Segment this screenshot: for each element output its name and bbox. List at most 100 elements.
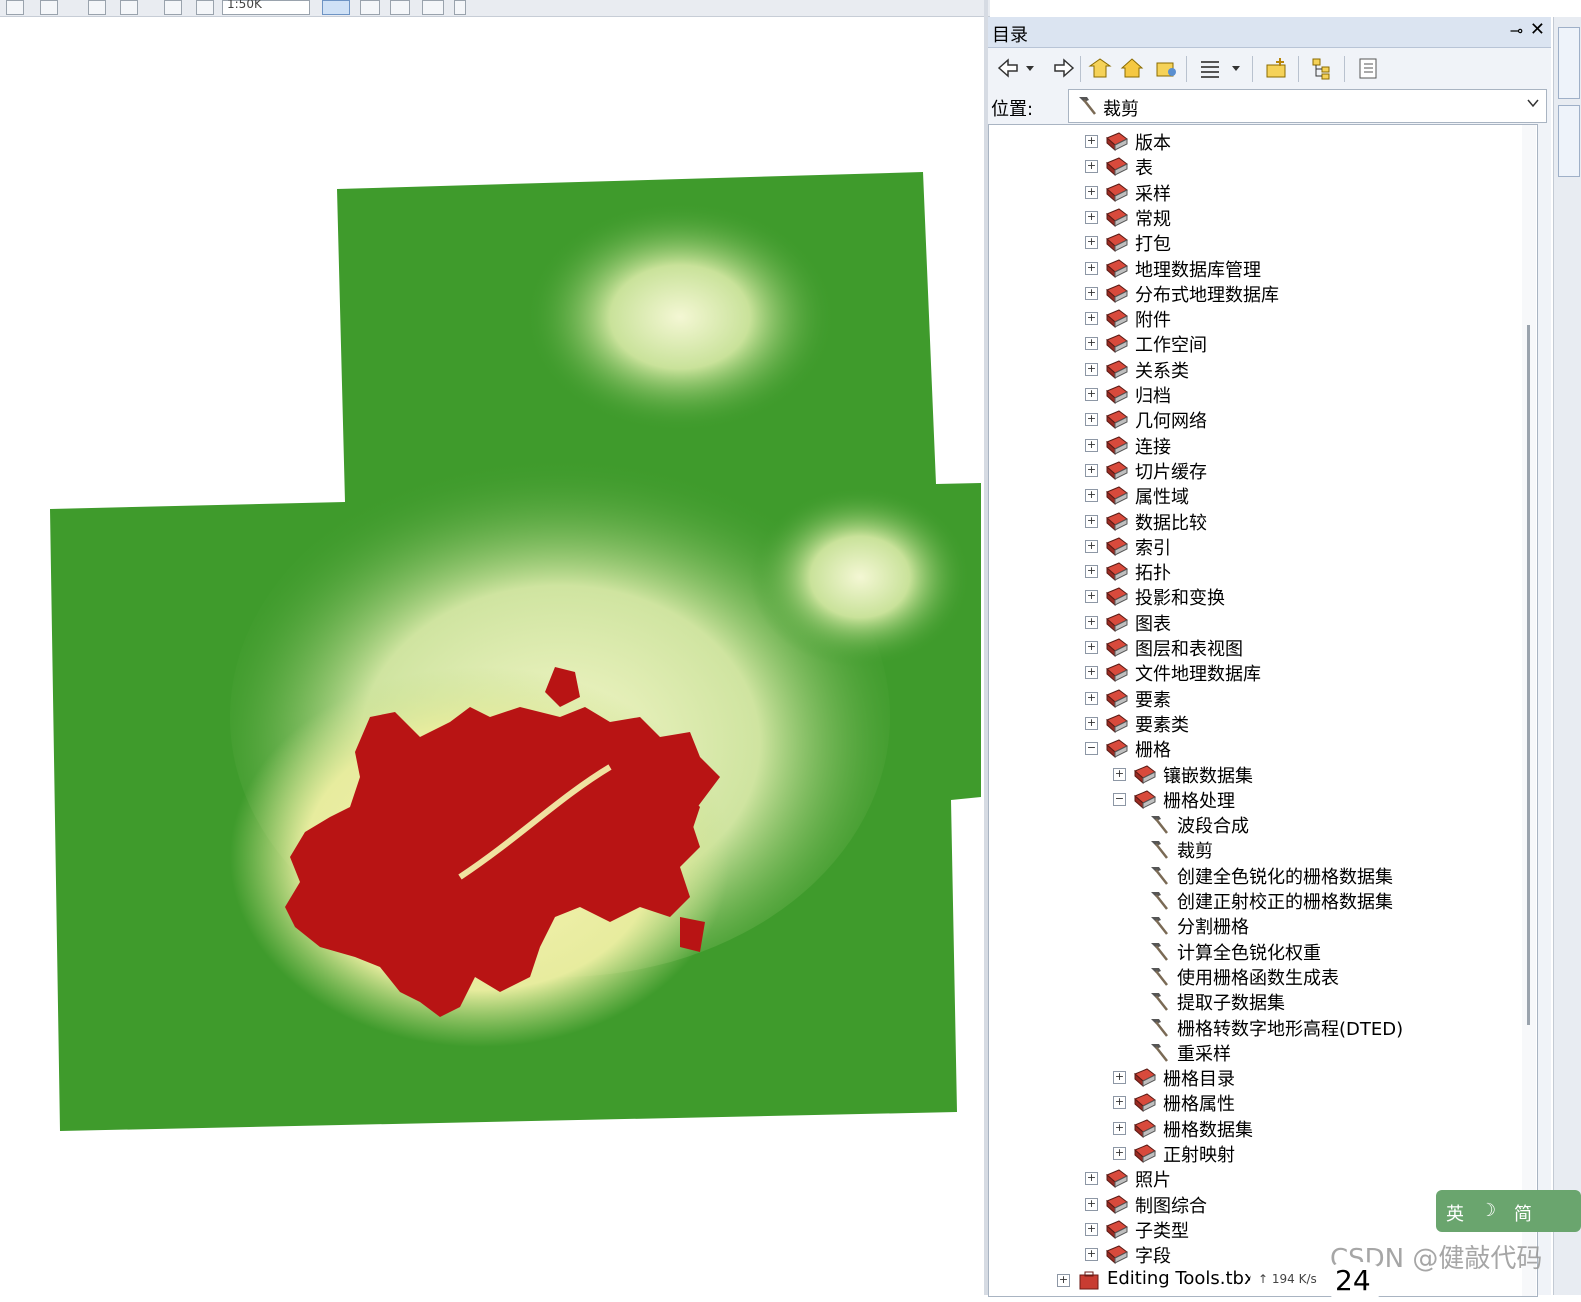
expand-toggle[interactable]: + bbox=[1085, 666, 1098, 680]
grid-view-icon[interactable] bbox=[1198, 56, 1222, 80]
layout-view-button[interactable] bbox=[322, 0, 350, 15]
expand-toggle[interactable]: + bbox=[1085, 641, 1098, 654]
toolbar-button[interactable] bbox=[422, 0, 444, 15]
ime-lang[interactable]: 英 bbox=[1446, 1200, 1464, 1226]
toolset-item[interactable]: + 版本 bbox=[989, 128, 1519, 154]
scrollbar-thumb[interactable] bbox=[1527, 325, 1530, 1025]
toolset-item[interactable]: + 拓扑 bbox=[989, 558, 1519, 584]
expand-toggle[interactable]: + bbox=[1085, 1197, 1098, 1211]
toolbar-button[interactable] bbox=[40, 0, 58, 15]
options-icon[interactable] bbox=[1356, 56, 1380, 80]
dock-tab-catalog[interactable] bbox=[1558, 27, 1580, 99]
ime-charset[interactable]: 简 bbox=[1514, 1200, 1532, 1226]
vertical-scrollbar[interactable] bbox=[1522, 125, 1536, 1296]
toolset-item[interactable]: + 索引 bbox=[989, 533, 1519, 559]
tool-item[interactable]: 创建正射校正的栅格数据集 bbox=[989, 887, 1519, 913]
toolset-item[interactable]: + 镶嵌数据集 bbox=[989, 761, 1519, 787]
expand-toggle[interactable]: + bbox=[1085, 337, 1098, 351]
home-icon[interactable] bbox=[1120, 56, 1144, 80]
toolset-item[interactable]: + 地理数据库管理 bbox=[989, 255, 1519, 281]
tree-view-icon[interactable] bbox=[1310, 56, 1334, 80]
expand-toggle[interactable]: + bbox=[1085, 160, 1098, 174]
tool-item[interactable]: 栅格转数字地形高程(DTED) bbox=[989, 1014, 1519, 1040]
expand-toggle[interactable]: + bbox=[1113, 1147, 1126, 1160]
toolset-item[interactable]: + 连接 bbox=[989, 432, 1519, 458]
tool-item[interactable]: 波段合成 bbox=[989, 811, 1519, 837]
expand-toggle[interactable]: + bbox=[1113, 1071, 1126, 1085]
toolset-item[interactable]: − 栅格处理 bbox=[989, 786, 1519, 812]
toolset-item[interactable]: + 附件 bbox=[989, 305, 1519, 331]
tool-item[interactable]: 使用栅格函数生成表 bbox=[989, 963, 1519, 989]
collapse-toggle[interactable]: − bbox=[1085, 742, 1098, 756]
expand-toggle[interactable]: + bbox=[1085, 1172, 1098, 1186]
expand-toggle[interactable]: + bbox=[1085, 514, 1098, 528]
expand-toggle[interactable]: + bbox=[1085, 691, 1098, 705]
up-folder-icon[interactable] bbox=[1088, 56, 1112, 80]
tool-item[interactable]: 裁剪 bbox=[989, 836, 1519, 862]
expand-toggle[interactable]: + bbox=[1085, 261, 1098, 275]
expand-toggle[interactable]: + bbox=[1085, 362, 1098, 376]
tool-item[interactable]: 创建全色锐化的栅格数据集 bbox=[989, 862, 1519, 888]
expand-toggle[interactable]: + bbox=[1113, 1121, 1126, 1135]
toolset-item[interactable]: + 投影和变换 bbox=[989, 583, 1519, 609]
ime-toolbar[interactable]: 英 ☽ 简 bbox=[1436, 1190, 1581, 1232]
toolset-item[interactable]: + 栅格目录 bbox=[989, 1064, 1519, 1090]
connect-folder-icon[interactable] bbox=[1154, 56, 1178, 80]
expand-toggle[interactable]: + bbox=[1085, 590, 1098, 604]
close-icon[interactable]: ✕ bbox=[1530, 19, 1545, 40]
dropdown-icon[interactable] bbox=[1024, 56, 1036, 80]
toolset-item[interactable]: + 要素 bbox=[989, 685, 1519, 711]
toolset-item[interactable]: + 切片缓存 bbox=[989, 457, 1519, 483]
toolbar-button[interactable] bbox=[390, 0, 410, 15]
dock-tab-search[interactable] bbox=[1558, 105, 1580, 177]
expand-toggle[interactable]: + bbox=[1085, 539, 1098, 553]
expand-toggle[interactable]: + bbox=[1085, 312, 1098, 326]
expand-toggle[interactable]: + bbox=[1113, 767, 1126, 781]
expand-toggle[interactable]: + bbox=[1085, 185, 1098, 199]
toolset-item[interactable]: + 照片 bbox=[989, 1165, 1519, 1191]
toolbar-button[interactable] bbox=[88, 0, 106, 15]
toolbar-button[interactable] bbox=[6, 0, 24, 15]
location-combobox[interactable]: 裁剪 bbox=[1068, 89, 1547, 123]
pin-icon[interactable]: ⊸ bbox=[1510, 21, 1523, 40]
expand-toggle[interactable]: + bbox=[1085, 388, 1098, 401]
expand-toggle[interactable]: + bbox=[1085, 135, 1098, 148]
expand-toggle[interactable]: + bbox=[1085, 438, 1098, 452]
toolset-item[interactable]: + 采样 bbox=[989, 179, 1519, 205]
tool-item[interactable]: 提取子数据集 bbox=[989, 988, 1519, 1014]
expand-toggle[interactable]: + bbox=[1113, 1096, 1126, 1110]
expand-toggle[interactable]: + bbox=[1085, 489, 1098, 503]
toolset-item[interactable]: + 关系类 bbox=[989, 356, 1519, 382]
expand-toggle[interactable]: + bbox=[1057, 1273, 1070, 1287]
expand-toggle[interactable]: + bbox=[1085, 286, 1098, 300]
collapse-toggle[interactable]: − bbox=[1113, 792, 1126, 806]
expand-toggle[interactable]: + bbox=[1085, 615, 1098, 629]
tool-item[interactable]: 分割栅格 bbox=[989, 912, 1519, 938]
forward-icon[interactable] bbox=[1052, 56, 1076, 80]
toolbar-button[interactable] bbox=[164, 0, 182, 15]
toolbar-button[interactable] bbox=[360, 0, 380, 15]
catalog-tree[interactable]: + 版本 + 表 + 采样 + 常规 + 打包 + 地理数据库管理 + 分布式地理数据库 + 附件 + 工作空间 +… bbox=[988, 124, 1538, 1297]
toolset-item[interactable]: + 常规 bbox=[989, 204, 1519, 230]
expand-toggle[interactable]: + bbox=[1085, 1222, 1098, 1236]
toolset-item[interactable]: + 打包 bbox=[989, 229, 1519, 255]
toolset-item[interactable]: + 栅格数据集 bbox=[989, 1115, 1519, 1141]
expand-toggle[interactable]: + bbox=[1085, 236, 1098, 250]
toolbar-overflow-button[interactable] bbox=[454, 0, 466, 15]
toolset-item[interactable]: + 属性域 bbox=[989, 482, 1519, 508]
tool-item[interactable]: 重采样 bbox=[989, 1039, 1519, 1065]
toolset-item[interactable]: + 图表 bbox=[989, 609, 1519, 635]
toolset-item[interactable]: + 栅格属性 bbox=[989, 1089, 1519, 1115]
tool-item[interactable]: 计算全色锐化权重 bbox=[989, 938, 1519, 964]
toolset-item[interactable]: + 归档 bbox=[989, 381, 1519, 407]
toolset-item[interactable]: + 要素类 bbox=[989, 710, 1519, 736]
map-view[interactable] bbox=[0, 17, 984, 1295]
chevron-down-icon[interactable] bbox=[1526, 96, 1540, 110]
toolset-item[interactable]: + 几何网络 bbox=[989, 406, 1519, 432]
toolset-item[interactable]: + 分布式地理数据库 bbox=[989, 280, 1519, 306]
toolset-item[interactable]: + 数据比较 bbox=[989, 508, 1519, 534]
toolset-item[interactable]: + 图层和表视图 bbox=[989, 634, 1519, 660]
new-toolbox-icon[interactable] bbox=[1264, 56, 1288, 80]
zoom-combo[interactable]: 1:50K bbox=[222, 0, 310, 15]
toolset-item[interactable]: + 表 bbox=[989, 153, 1519, 179]
